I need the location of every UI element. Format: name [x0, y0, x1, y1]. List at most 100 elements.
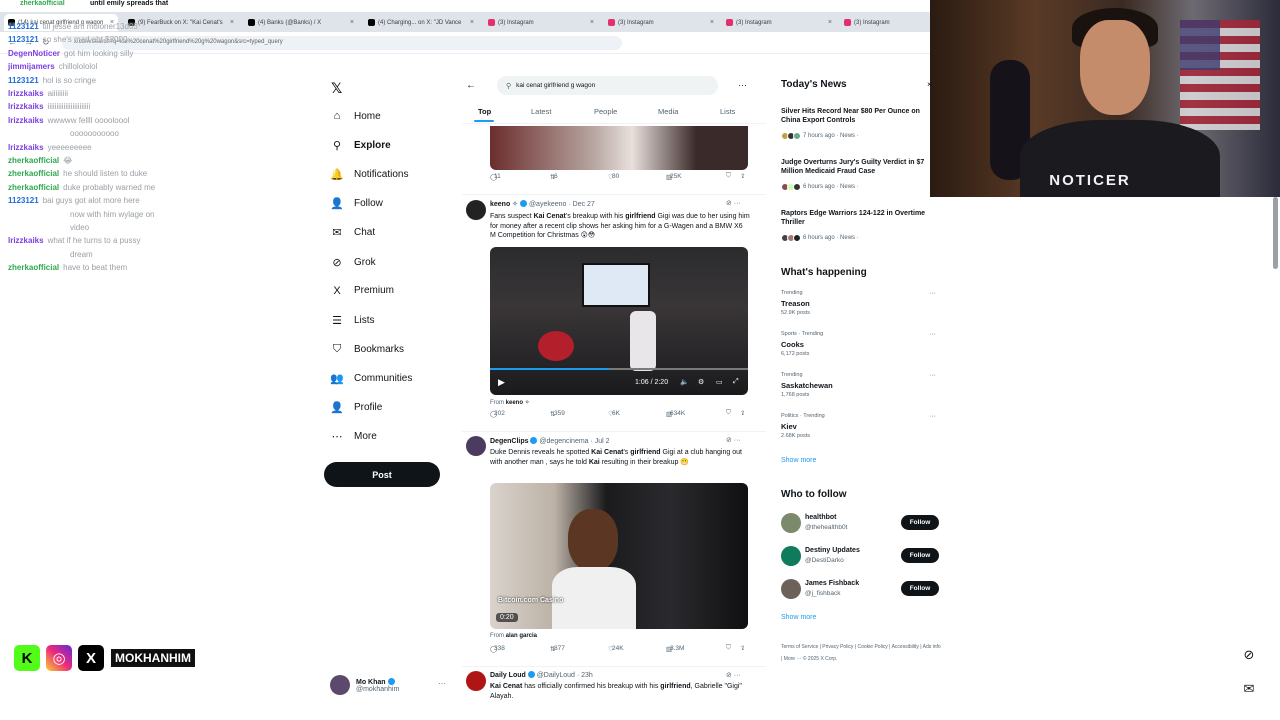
more-options-icon[interactable]: ··· — [438, 679, 446, 688]
close-tab-icon[interactable]: × — [590, 19, 594, 26]
news-headline[interactable]: Judge Overturns Jury's Guilty Verdict in… — [781, 158, 933, 176]
close-icon[interactable]: × — [927, 80, 932, 89]
reply-action[interactable]: ◯ 338 — [490, 645, 505, 653]
footer-links[interactable]: Terms of Service | Privacy Policy | Cook… — [781, 641, 941, 665]
views-action[interactable]: ▥ 25K — [666, 173, 682, 181]
trend-name[interactable]: Treason — [781, 299, 810, 308]
post-media-video[interactable]: ▶ 1:06 / 2:20 🔈 ⚙ ▭ ⤢ — [490, 247, 748, 395]
browser-tab[interactable]: (3) Instagram × — [722, 14, 836, 31]
avatar[interactable] — [466, 200, 486, 220]
nav-item-grok[interactable]: ⊘ Grok — [330, 256, 375, 269]
browser-tab[interactable]: (9) FearBuck on X: "Kai Cenat's × — [124, 14, 238, 31]
views-action[interactable]: ▥ 634K — [666, 410, 685, 418]
nav-item-notifications[interactable]: 🔔 Notifications — [330, 168, 408, 181]
search-options-icon[interactable]: ··· — [738, 80, 747, 90]
grok-icon[interactable]: ⊘ ··· — [726, 671, 741, 679]
from-author[interactable]: keeno ✧ — [506, 400, 530, 406]
x-logo-icon[interactable]: 𝕏 — [331, 80, 342, 97]
grok-icon[interactable]: ⊘ ··· — [726, 199, 741, 207]
avatar[interactable] — [781, 513, 801, 533]
tab-latest[interactable]: Latest — [531, 107, 551, 116]
share-icon[interactable]: ⇪ — [740, 172, 745, 180]
avatar[interactable] — [781, 579, 801, 599]
repost-action[interactable]: ⇅ 359 — [550, 410, 565, 418]
follow-show-more-link[interactable]: Show more — [781, 614, 816, 621]
grok-float-icon[interactable]: ⊘ — [1238, 644, 1260, 666]
bookmark-icon[interactable]: ⛉ — [726, 409, 731, 417]
follow-suggestion-name[interactable]: James Fishback — [805, 580, 859, 587]
nav-item-more[interactable]: ⋯ More — [330, 430, 377, 443]
close-tab-icon[interactable]: × — [828, 19, 832, 26]
author-name[interactable]: Daily Loud — [490, 672, 526, 679]
browser-tab[interactable]: (4) Banks (@Banks) / X × — [244, 14, 358, 31]
back-arrow-icon[interactable]: ← — [466, 80, 476, 91]
messages-icon[interactable]: ✉ — [1238, 678, 1260, 700]
trend-more-icon[interactable]: ··· — [929, 290, 936, 297]
close-tab-icon[interactable]: × — [350, 19, 354, 26]
browser-tab[interactable]: (4) Charging... on X: "JD Vance × — [364, 14, 478, 31]
views-action[interactable]: ▥ 3.3M — [666, 645, 684, 653]
nav-item-lists[interactable]: ☰ Lists — [330, 314, 375, 327]
author-handle[interactable]: @DailyLoud · 23h — [537, 672, 593, 679]
url-bar[interactable]: x.com/search?q=kai%20cenat%20girlfriend%… — [62, 36, 622, 50]
nav-item-communities[interactable]: 👥 Communities — [330, 372, 412, 385]
author-name[interactable]: keeno ✧ — [490, 201, 518, 208]
follow-button[interactable]: Follow — [901, 548, 939, 563]
post-media-image[interactable] — [490, 126, 748, 170]
tab-lists[interactable]: Lists — [720, 107, 735, 116]
fullscreen-icon[interactable]: ⤢ — [733, 378, 739, 386]
follow-button[interactable]: Follow — [901, 581, 939, 596]
account-switcher[interactable]: Mo Khan @mokhanhim ··· — [330, 675, 446, 695]
trend-name[interactable]: Cooks — [781, 340, 804, 349]
close-tab-icon[interactable]: × — [710, 19, 714, 26]
follow-button[interactable]: Follow — [901, 515, 939, 530]
nav-item-premium[interactable]: X Premium — [330, 285, 394, 297]
author-name[interactable]: DegenClips — [490, 438, 529, 445]
settings-icon[interactable]: ⚙ — [698, 378, 704, 386]
news-headline[interactable]: Raptors Edge Warriors 124-122 in Overtim… — [781, 209, 933, 227]
nav-item-explore[interactable]: ⚲ Explore — [330, 139, 391, 152]
nav-item-bookmarks[interactable]: ⛉ Bookmarks — [330, 343, 404, 356]
from-author[interactable]: alan garcia — [506, 633, 537, 639]
pip-icon[interactable]: ▭ — [716, 378, 723, 386]
reply-action[interactable]: ◯ 11 — [490, 173, 501, 181]
close-tab-icon[interactable]: × — [230, 19, 234, 26]
follow-suggestion-name[interactable]: Destiny Updates — [805, 547, 860, 554]
trend-more-icon[interactable]: ··· — [929, 413, 936, 420]
share-icon[interactable]: ⇪ — [740, 409, 745, 417]
nav-item-profile[interactable]: 👤 Profile — [330, 401, 382, 414]
nav-item-follow[interactable]: 👤 Follow — [330, 197, 383, 210]
avatar[interactable] — [781, 546, 801, 566]
author-handle[interactable]: @ayekeeno · Dec 27 — [529, 201, 595, 208]
nav-item-chat[interactable]: ✉ Chat — [330, 226, 375, 239]
browser-tab[interactable]: (3) Instagram × — [484, 14, 598, 31]
trend-name[interactable]: Kiev — [781, 422, 797, 431]
like-action[interactable]: ♡ 80 — [608, 173, 619, 181]
repost-action[interactable]: ⇅ 877 — [550, 645, 565, 653]
nav-item-home[interactable]: ⌂ Home — [330, 110, 381, 122]
video-progress-track[interactable] — [490, 368, 748, 370]
post-button[interactable]: Post — [324, 462, 440, 487]
reply-action[interactable]: ◯ 202 — [490, 410, 505, 418]
volume-icon[interactable]: 🔈 — [680, 378, 689, 386]
author-handle[interactable]: @degencinema · Jul 2 — [539, 438, 609, 445]
page-scrollbar[interactable] — [1273, 197, 1278, 269]
tab-media[interactable]: Media — [658, 107, 678, 116]
tab-top[interactable]: Top — [478, 107, 491, 116]
tab-people[interactable]: People — [594, 107, 617, 116]
trend-name[interactable]: Saskatchewan — [781, 381, 833, 390]
trend-more-icon[interactable]: ··· — [929, 372, 936, 379]
post-media-video[interactable]: Bitcoin.com Casino 0:20 — [490, 483, 748, 629]
close-tab-icon[interactable]: × — [470, 19, 474, 26]
trends-show-more-link[interactable]: Show more — [781, 457, 816, 464]
follow-suggestion-name[interactable]: healthbot — [805, 514, 837, 521]
trend-more-icon[interactable]: ··· — [929, 331, 936, 338]
avatar[interactable] — [466, 671, 486, 691]
browser-tab[interactable]: (3) Instagram × — [604, 14, 718, 31]
bookmark-icon[interactable]: ⛉ — [726, 172, 731, 180]
search-input[interactable]: ⚲ kai cenat girlfriend g wagon — [497, 76, 718, 95]
repost-action[interactable]: ⇅ 6 — [550, 173, 558, 181]
share-icon[interactable]: ⇪ — [740, 644, 745, 652]
bookmark-icon[interactable]: ⛉ — [726, 644, 731, 652]
news-headline[interactable]: Silver Hits Record Near $80 Per Ounce on… — [781, 107, 933, 125]
